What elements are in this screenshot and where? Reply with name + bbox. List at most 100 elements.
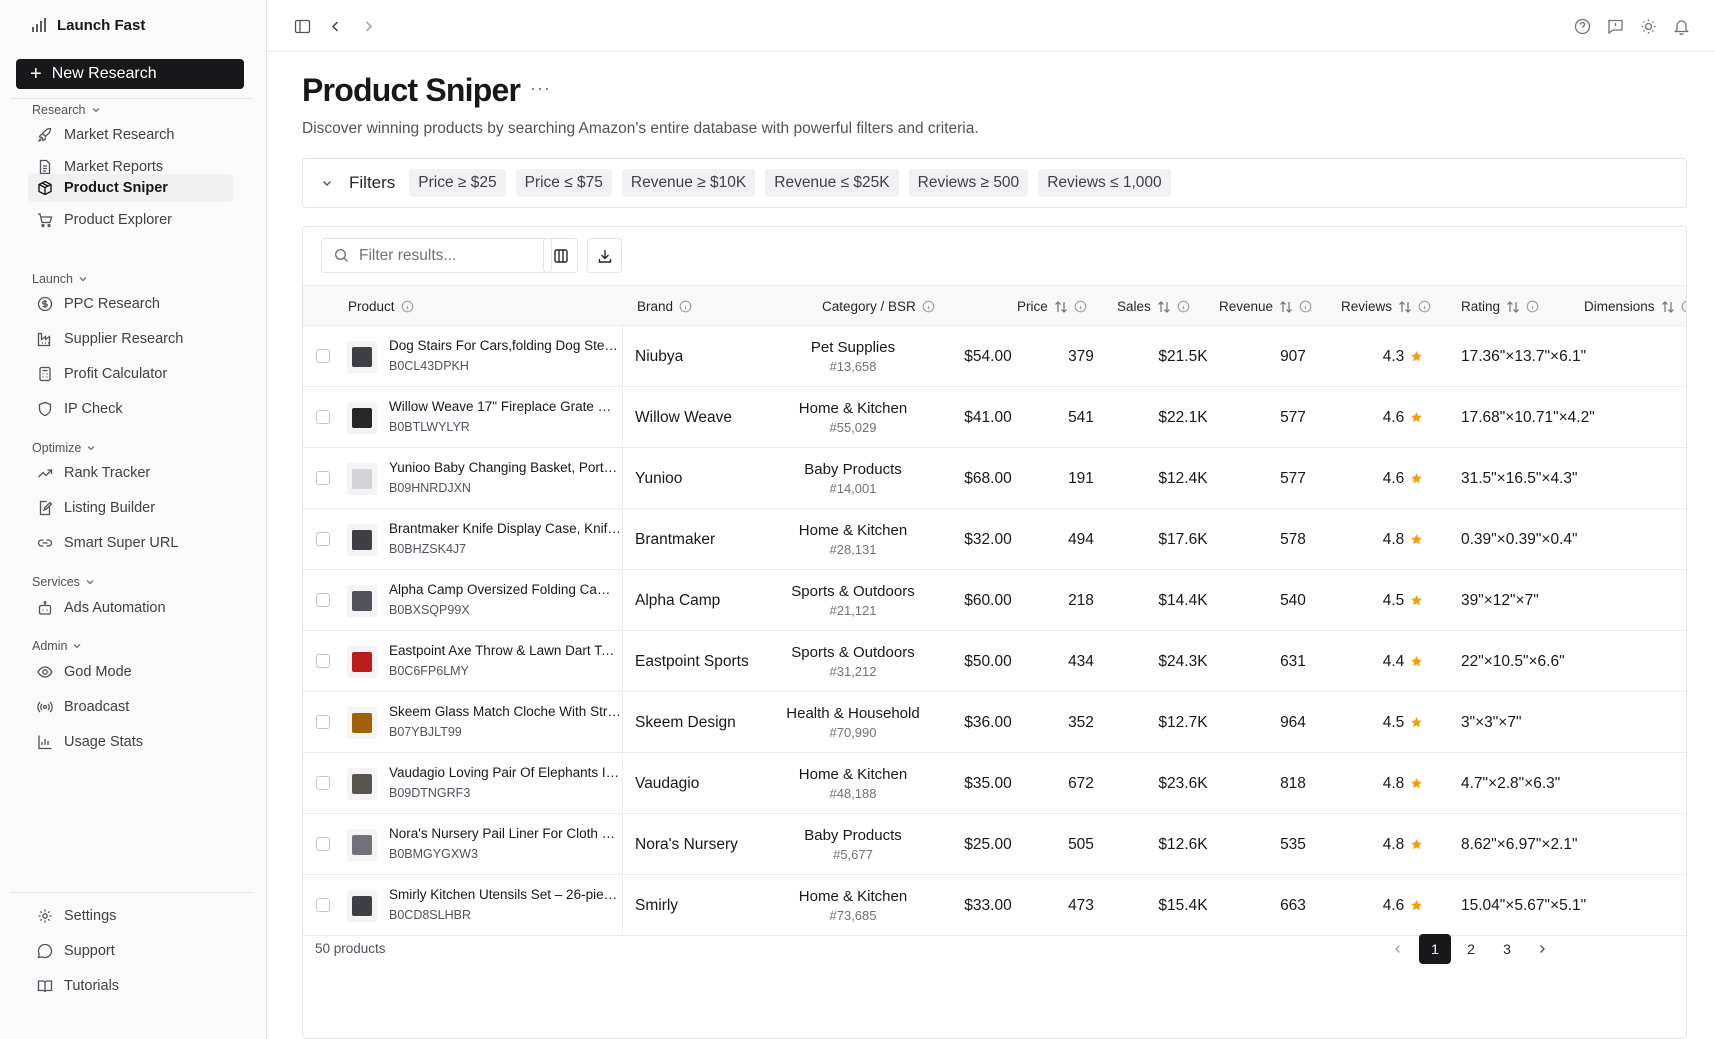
filter-chip[interactable]: Reviews ≤ 1,000 [1038, 169, 1171, 197]
col-category-bsr[interactable]: Category / BSR [822, 286, 935, 327]
row-checkbox[interactable] [316, 532, 330, 546]
row-checkbox[interactable] [316, 776, 330, 790]
row-checkbox[interactable] [316, 715, 330, 729]
col-product[interactable]: Product [348, 286, 414, 327]
product-name[interactable]: Brantmaker Knife Display Case, Knife Sto… [389, 521, 621, 536]
product-name[interactable]: Dog Stairs For Cars,folding Dog Steps Fo… [389, 338, 621, 353]
download-button[interactable] [587, 238, 622, 273]
next-page-icon[interactable] [1526, 934, 1558, 964]
col-revenue[interactable]: Revenue [1219, 286, 1312, 327]
filter-chip[interactable]: Reviews ≥ 500 [908, 169, 1029, 197]
sidebar-item-rank-tracker[interactable]: Rank Tracker [28, 459, 233, 487]
col-reviews[interactable]: Reviews [1341, 286, 1431, 327]
table-row[interactable]: Yunioo Baby Changing Basket, Portable Di… [303, 448, 1686, 509]
row-checkbox[interactable] [316, 837, 330, 851]
filter-chip[interactable]: Revenue ≤ $25K [765, 169, 899, 197]
info-icon[interactable] [1681, 300, 1687, 313]
group-optimize[interactable]: Optimize [32, 441, 96, 455]
sort-icon[interactable] [1157, 300, 1171, 314]
sidebar-item-supplier-research[interactable]: Supplier Research [28, 325, 233, 353]
table-row[interactable]: Vaudagio Loving Pair Of Elephants Incens… [303, 753, 1686, 814]
filter-results-search[interactable] [321, 238, 552, 273]
table-row[interactable]: Eastpoint Axe Throw & Lawn Dart Target G… [303, 631, 1686, 692]
row-checkbox[interactable] [316, 654, 330, 668]
filter-chip[interactable]: Price ≥ $25 [409, 169, 506, 197]
col-brand[interactable]: Brand [637, 286, 692, 327]
group-services[interactable]: Services [32, 575, 95, 589]
row-checkbox[interactable] [316, 593, 330, 607]
info-icon[interactable] [401, 300, 414, 313]
group-research[interactable]: Research [32, 103, 101, 117]
filter-chip[interactable]: Price ≤ $75 [515, 169, 612, 197]
table-row[interactable]: Brantmaker Knife Display Case, Knife Sto… [303, 509, 1686, 570]
new-research-button[interactable]: + New Research [16, 59, 244, 89]
table-row[interactable]: Nora's Nursery Pail Liner For Cloth Diap… [303, 814, 1686, 875]
info-icon[interactable] [1299, 300, 1312, 313]
info-icon[interactable] [1177, 300, 1190, 313]
table-row[interactable]: Alpha Camp Oversized Folding Camping Cha… [303, 570, 1686, 631]
sidebar-item-broadcast[interactable]: Broadcast [28, 693, 233, 721]
product-name[interactable]: Yunioo Baby Changing Basket, Portable Di… [389, 460, 621, 475]
row-checkbox[interactable] [316, 349, 330, 363]
sidebar-item-profit-calculator[interactable]: Profit Calculator [28, 360, 233, 388]
row-checkbox[interactable] [316, 410, 330, 424]
sidebar-item-market-research[interactable]: Market Research [28, 121, 233, 149]
col-dimensions[interactable]: Dimensions [1584, 286, 1687, 327]
sidebar-item-usage-stats[interactable]: Usage Stats [28, 728, 233, 756]
info-icon[interactable] [679, 300, 692, 313]
row-checkbox[interactable] [316, 898, 330, 912]
product-name[interactable]: Skeem Glass Match Cloche With Striker Li… [389, 704, 621, 719]
col-sales[interactable]: Sales [1117, 286, 1190, 327]
more-options-icon[interactable]: ··· [530, 78, 551, 99]
info-icon[interactable] [1074, 300, 1087, 313]
sidebar-item-product-explorer[interactable]: Product Explorer [28, 206, 233, 234]
sidebar-item-smart-super-url[interactable]: Smart Super URL [28, 529, 233, 557]
help-icon[interactable] [1572, 16, 1592, 36]
info-icon[interactable] [922, 300, 935, 313]
sidebar-item-ip-check[interactable]: IP Check [28, 395, 233, 423]
sidebar-item-god-mode[interactable]: God Mode [28, 658, 233, 686]
page-button-3[interactable]: 3 [1491, 934, 1523, 964]
product-name[interactable]: Smirly Kitchen Utensils Set – 26-piece S… [389, 887, 621, 902]
feedback-icon[interactable] [1605, 16, 1625, 36]
sidebar-item-ads-automation[interactable]: Ads Automation [28, 594, 233, 622]
product-name[interactable]: Willow Weave 17" Fireplace Grate Wrought… [389, 399, 621, 414]
info-icon[interactable] [1418, 300, 1431, 313]
sidebar-toggle-icon[interactable] [292, 16, 312, 36]
row-checkbox[interactable] [316, 471, 330, 485]
sort-icon[interactable] [1398, 300, 1412, 314]
sidebar-item-ppc-research[interactable]: PPC Research [28, 290, 233, 318]
sidebar-item-product-sniper[interactable]: Product Sniper [28, 174, 233, 202]
group-launch[interactable]: Launch [32, 272, 88, 286]
sort-icon[interactable] [1054, 300, 1068, 314]
product-name[interactable]: Vaudagio Loving Pair Of Elephants Incens… [389, 765, 621, 780]
product-name[interactable]: Eastpoint Axe Throw & Lawn Dart Target G… [389, 643, 621, 658]
back-icon[interactable] [325, 16, 345, 36]
sidebar-item-tutorials[interactable]: Tutorials [28, 972, 233, 1000]
table-row[interactable]: Smirly Kitchen Utensils Set – 26-piece S… [303, 875, 1686, 936]
sidebar-item-settings[interactable]: Settings [28, 902, 233, 930]
theme-sun-icon[interactable] [1638, 16, 1658, 36]
prev-page-icon[interactable] [1382, 934, 1414, 964]
sort-icon[interactable] [1279, 300, 1293, 314]
sort-icon[interactable] [1506, 300, 1520, 314]
filters-bar[interactable]: Filters Price ≥ $25 Price ≤ $75 Revenue … [302, 158, 1687, 208]
product-name[interactable]: Nora's Nursery Pail Liner For Cloth Diap… [389, 826, 621, 841]
columns-button[interactable] [543, 238, 578, 273]
page-button-1[interactable]: 1 [1419, 934, 1451, 964]
sidebar-item-listing-builder[interactable]: Listing Builder [28, 494, 233, 522]
filter-chip[interactable]: Revenue ≥ $10K [621, 169, 756, 197]
info-icon[interactable] [1526, 300, 1539, 313]
app-brand[interactable]: Launch Fast [30, 16, 145, 34]
col-rating[interactable]: Rating [1461, 286, 1539, 327]
page-button-2[interactable]: 2 [1455, 934, 1487, 964]
col-price[interactable]: Price [1017, 286, 1087, 327]
chevron-down-icon[interactable] [321, 177, 333, 189]
forward-icon[interactable] [358, 16, 378, 36]
product-name[interactable]: Alpha Camp Oversized Folding Camping Cha… [389, 582, 621, 597]
table-row[interactable]: Skeem Glass Match Cloche With Striker Li… [303, 692, 1686, 753]
search-input[interactable] [359, 246, 539, 265]
table-row[interactable]: Dog Stairs For Cars,folding Dog Steps Fo… [303, 326, 1686, 387]
sidebar-item-support[interactable]: Support [28, 937, 233, 965]
bell-icon[interactable] [1671, 16, 1691, 36]
